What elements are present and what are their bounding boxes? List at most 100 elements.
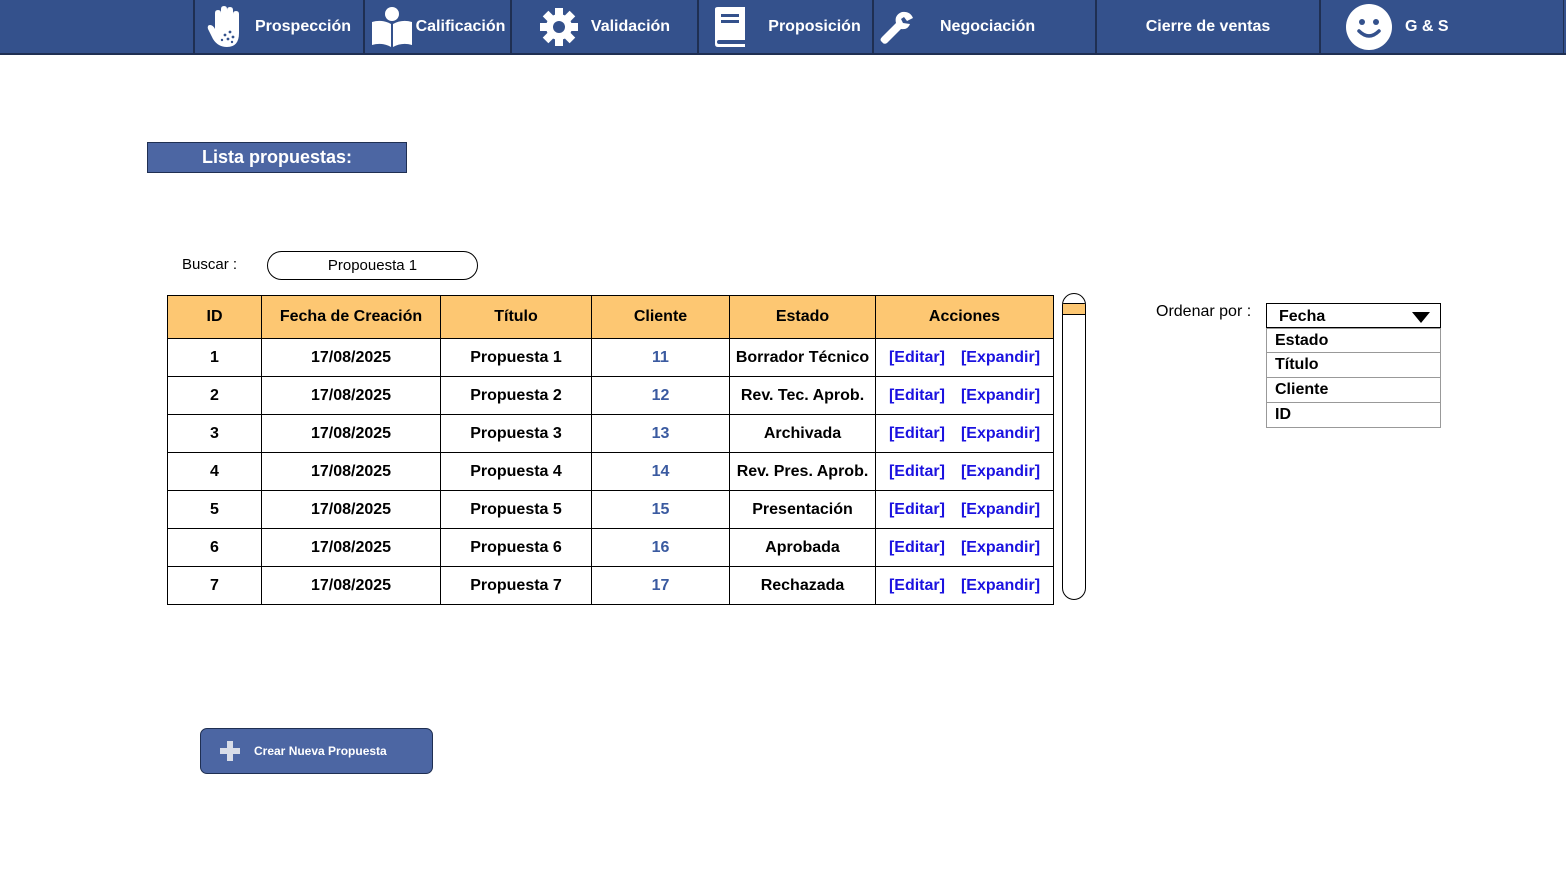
cell-title: Propuesta 7: [440, 566, 592, 605]
cell-date: 17/08/2025: [261, 490, 441, 529]
column-header-id[interactable]: ID: [167, 295, 262, 339]
cell-client: 16: [591, 528, 730, 567]
cell-client: 15: [591, 490, 730, 529]
top-nav: Prospección Calificación Validación Prop…: [0, 0, 1566, 55]
cell-title: Propuesta 4: [440, 452, 592, 491]
cell-date: 17/08/2025: [261, 452, 441, 491]
cell-id: 3: [167, 414, 262, 453]
cell-title: Propuesta 3: [440, 414, 592, 453]
gear-icon: [539, 7, 579, 47]
edit-link[interactable]: [Editar]: [889, 425, 945, 443]
expand-link[interactable]: [Expandir]: [961, 539, 1040, 557]
wrench-icon: [880, 10, 914, 44]
cell-client: 14: [591, 452, 730, 491]
edit-link[interactable]: [Editar]: [889, 577, 945, 595]
cell-client: 13: [591, 414, 730, 453]
table-row: 4 17/08/2025 Propuesta 4 14 Rev. Pres. A…: [167, 452, 1054, 491]
cell-client: 11: [591, 338, 730, 377]
expand-link[interactable]: [Expandir]: [961, 501, 1040, 519]
nav-item-validacion[interactable]: Validación: [510, 0, 697, 53]
cell-date: 17/08/2025: [261, 376, 441, 415]
cell-status: Aprobada: [729, 528, 876, 567]
table-scrollbar[interactable]: [1062, 293, 1086, 600]
nav-label: Prospección: [254, 17, 352, 35]
cell-id: 1: [167, 338, 262, 377]
cell-date: 17/08/2025: [261, 566, 441, 605]
cell-client: 12: [591, 376, 730, 415]
nav-item-cierre-de-ventas[interactable]: Cierre de ventas: [1095, 0, 1319, 53]
column-header-fecha[interactable]: Fecha de Creación: [261, 295, 441, 339]
hand-icon: [207, 5, 247, 49]
sort-option-estado[interactable]: Estado: [1266, 328, 1441, 353]
expand-link[interactable]: [Expandir]: [961, 349, 1040, 367]
table-row: 3 17/08/2025 Propuesta 3 13 Archivada [E…: [167, 414, 1054, 453]
nav-label: Cierre de ventas: [1145, 17, 1271, 35]
plus-icon: [220, 741, 240, 761]
cell-date: 17/08/2025: [261, 338, 441, 377]
create-proposal-button[interactable]: Crear Nueva Propuesta: [200, 728, 433, 774]
nav-item-prospeccion[interactable]: Prospección: [193, 0, 363, 53]
cell-title: Propuesta 5: [440, 490, 592, 529]
column-header-estado[interactable]: Estado: [729, 295, 876, 339]
column-header-titulo[interactable]: Título: [440, 295, 592, 339]
cell-status: Borrador Técnico: [729, 338, 876, 377]
cell-status: Rev. Pres. Aprob.: [729, 452, 876, 491]
expand-link[interactable]: [Expandir]: [961, 425, 1040, 443]
book-person-icon: [370, 6, 414, 48]
cell-actions: [Editar] [Expandir]: [875, 414, 1054, 453]
sort-options-list: Estado Título Cliente ID: [1266, 328, 1441, 428]
edit-link[interactable]: [Editar]: [889, 539, 945, 557]
cell-client: 17: [591, 566, 730, 605]
sort-option-titulo[interactable]: Título: [1266, 353, 1441, 378]
expand-link[interactable]: [Expandir]: [961, 577, 1040, 595]
column-header-cliente[interactable]: Cliente: [591, 295, 730, 339]
sort-option-cliente[interactable]: Cliente: [1266, 378, 1441, 403]
nav-label: Validación: [590, 17, 671, 35]
cell-date: 17/08/2025: [261, 414, 441, 453]
smiley-face-icon: [1345, 3, 1393, 51]
search-label: Buscar :: [182, 256, 238, 273]
cell-actions: [Editar] [Expandir]: [875, 452, 1054, 491]
profile-label: G & S: [1405, 17, 1449, 35]
nav-item-proposicion[interactable]: Proposición: [697, 0, 872, 53]
nav-item-negociacion[interactable]: Negociación: [872, 0, 1095, 53]
cell-status: Presentación: [729, 490, 876, 529]
nav-label: Negociación: [940, 17, 1036, 35]
caret-down-icon: [1412, 312, 1430, 323]
cell-actions: [Editar] [Expandir]: [875, 566, 1054, 605]
nav-item-calificacion[interactable]: Calificación: [363, 0, 510, 53]
search-input[interactable]: [267, 251, 478, 280]
cell-id: 5: [167, 490, 262, 529]
table-row: 5 17/08/2025 Propuesta 5 15 Presentación…: [167, 490, 1054, 529]
book-icon: [710, 6, 748, 48]
table-row: 6 17/08/2025 Propuesta 6 16 Aprobada [Ed…: [167, 528, 1054, 567]
cell-actions: [Editar] [Expandir]: [875, 338, 1054, 377]
sort-label: Ordenar por :: [1156, 303, 1252, 320]
nav-label: Calificación: [415, 17, 506, 35]
cell-status: Rev. Tec. Aprob.: [729, 376, 876, 415]
sort-select[interactable]: Fecha: [1266, 303, 1441, 328]
table-row: 2 17/08/2025 Propuesta 2 12 Rev. Tec. Ap…: [167, 376, 1054, 415]
table-row: 1 17/08/2025 Propuesta 1 11 Borrador Téc…: [167, 338, 1054, 377]
column-header-acciones: Acciones: [875, 295, 1054, 339]
expand-link[interactable]: [Expandir]: [961, 387, 1040, 405]
cell-actions: [Editar] [Expandir]: [875, 376, 1054, 415]
cell-status: Rechazada: [729, 566, 876, 605]
cell-id: 6: [167, 528, 262, 567]
edit-link[interactable]: [Editar]: [889, 501, 945, 519]
edit-link[interactable]: [Editar]: [889, 387, 945, 405]
edit-link[interactable]: [Editar]: [889, 349, 945, 367]
cell-status: Archivada: [729, 414, 876, 453]
scrollbar-thumb[interactable]: [1063, 303, 1085, 315]
expand-link[interactable]: [Expandir]: [961, 463, 1040, 481]
cell-actions: [Editar] [Expandir]: [875, 490, 1054, 529]
cell-id: 7: [167, 566, 262, 605]
cell-date: 17/08/2025: [261, 528, 441, 567]
cell-title: Propuesta 6: [440, 528, 592, 567]
sort-option-id[interactable]: ID: [1266, 403, 1441, 428]
profile-menu[interactable]: G & S: [1319, 0, 1563, 53]
cell-id: 2: [167, 376, 262, 415]
table-row: 7 17/08/2025 Propuesta 7 17 Rechazada [E…: [167, 566, 1054, 605]
edit-link[interactable]: [Editar]: [889, 463, 945, 481]
cell-title: Propuesta 2: [440, 376, 592, 415]
